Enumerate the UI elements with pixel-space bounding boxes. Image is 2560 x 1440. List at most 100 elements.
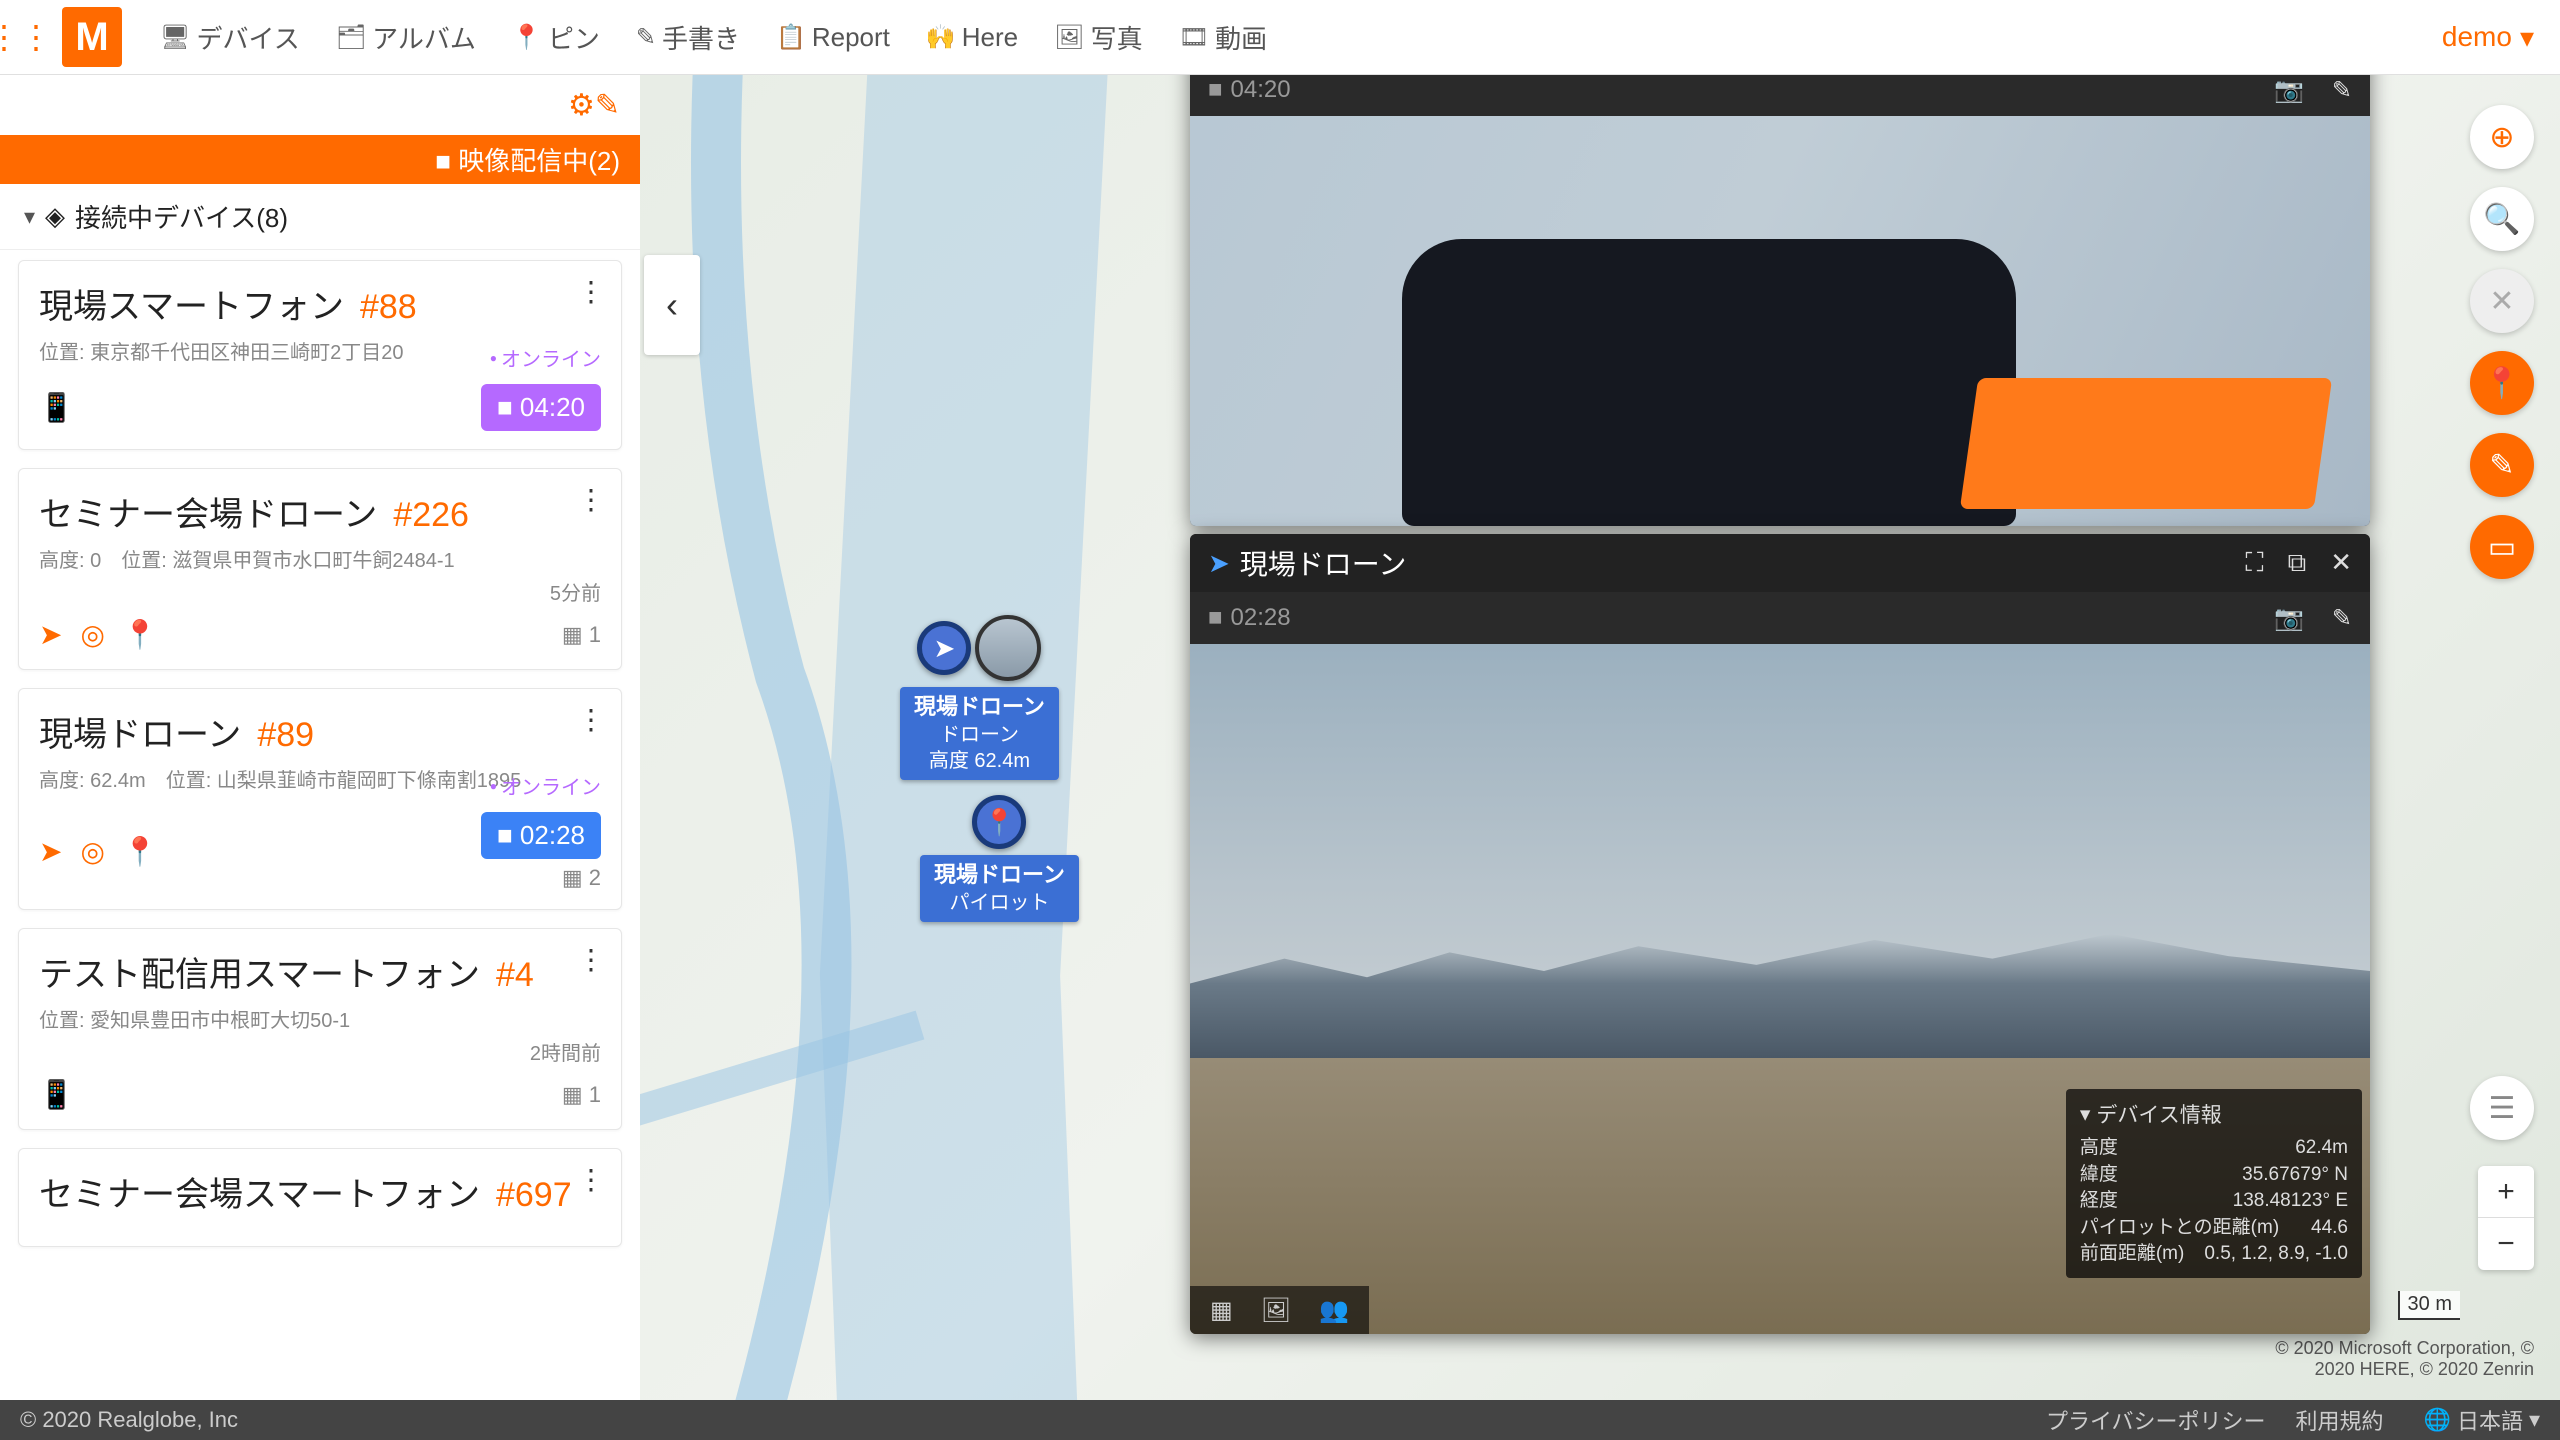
- device-hash: #4: [496, 956, 534, 995]
- layers-button[interactable]: ☰: [2470, 1076, 2534, 1140]
- nav-pin[interactable]: 📍ピン: [494, 19, 618, 56]
- video-icon: 🎞: [1179, 23, 1209, 52]
- device-hash: #697: [496, 1176, 572, 1215]
- location-icon: 📍: [123, 618, 158, 651]
- top-navbar: ⋮⋮⋮ M 🖥デバイス 🗂アルバム 📍ピン ✎手書き 📋Report 🙌Here…: [0, 0, 2560, 75]
- video2-bottom-bar: ▦ 🖼 👥: [1190, 1286, 1369, 1334]
- gear-icon[interactable]: ⚙✎: [568, 88, 620, 123]
- map-marker-drone[interactable]: ➤ 現場ドローン ドローン 高度 62.4m: [900, 615, 1059, 780]
- close-tool-button[interactable]: ✕: [2470, 269, 2534, 333]
- item-count: ▦ 1: [562, 1082, 601, 1108]
- device-type-icon: 📱: [39, 391, 74, 424]
- grid-view-icon[interactable]: ▦: [1210, 1296, 1233, 1325]
- edit-icon[interactable]: ✎: [2332, 76, 2352, 105]
- sidebar-tools: ⚙✎: [0, 75, 640, 135]
- app-logo[interactable]: M: [62, 7, 122, 67]
- time-ago: 5分前: [39, 577, 601, 606]
- chevron-down-icon[interactable]: ▾: [2080, 1102, 2091, 1127]
- share-icon[interactable]: 👥: [1319, 1296, 1349, 1325]
- recording-badge[interactable]: ■ 04:20: [481, 384, 601, 431]
- locate-button[interactable]: ⊕: [2470, 105, 2534, 169]
- map-attribution: © 2020 Microsoft Corporation, © 2020 HER…: [2254, 1338, 2534, 1380]
- report-icon: 📋: [776, 23, 806, 52]
- device-name: テスト配信用スマートフォン: [39, 947, 480, 996]
- language-selector[interactable]: 🌐日本語 ▾: [2424, 1404, 2540, 1436]
- edit-icon[interactable]: ✎: [2332, 604, 2352, 633]
- marker-thumb: [975, 615, 1041, 681]
- device-card[interactable]: セミナー会場ドローン #226⋮高度: 0 位置: 滋賀県甲賀市水口町牛飼248…: [18, 468, 622, 670]
- card-menu-icon[interactable]: ⋮: [577, 703, 605, 736]
- card-menu-icon[interactable]: ⋮: [577, 1163, 605, 1196]
- device-hash: #88: [360, 288, 417, 327]
- privacy-link[interactable]: プライバシーポリシー: [2046, 1404, 2266, 1436]
- footer: © 2020 Realglobe, Inc プライバシーポリシー 利用規約 🌐日…: [0, 1400, 2560, 1440]
- nav-device[interactable]: 🖥デバイス: [142, 19, 318, 56]
- device-card[interactable]: 現場ドローン #89⋮高度: 62.4m 位置: 山梨県韮崎市龍岡町下條南割18…: [18, 688, 622, 910]
- online-status: オンライン: [490, 771, 601, 800]
- drone-pin-icon: ➤: [917, 621, 971, 675]
- video2-body[interactable]: ▾デバイス情報 高度62.4m緯度35.67679° N経度138.48123°…: [1190, 644, 2370, 1334]
- map-marker-pilot[interactable]: 📍 現場ドローン パイロット: [920, 795, 1079, 922]
- device-type-icon: 📱: [39, 1078, 74, 1111]
- connected-devices-header[interactable]: ▾ ◈ 接続中デバイス(8): [0, 184, 640, 250]
- shape-tool-button[interactable]: ▭: [2470, 515, 2534, 579]
- pen-icon: ✎: [636, 23, 656, 52]
- card-menu-icon[interactable]: ⋮: [577, 483, 605, 516]
- fullscreen-icon[interactable]: ⛶: [2245, 547, 2263, 579]
- info-row: 高度62.4m: [2080, 1135, 2348, 1162]
- target-icon: ◎: [80, 618, 104, 651]
- video1-body[interactable]: [1190, 116, 2370, 526]
- info-row: パイロットとの距離(m)44.6: [2080, 1215, 2348, 1242]
- nav-report[interactable]: 📋Report: [758, 22, 908, 53]
- device-card[interactable]: セミナー会場スマートフォン #697⋮: [18, 1148, 622, 1247]
- device-card[interactable]: 現場スマートフォン #88⋮位置: 東京都千代田区神田三崎町2丁目20オンライン…: [18, 260, 622, 450]
- device-info-box: ▾デバイス情報 高度62.4m緯度35.67679° N経度138.48123°…: [2066, 1089, 2362, 1278]
- draw-tool-button[interactable]: ✎: [2470, 433, 2534, 497]
- target-icon: ◎: [80, 835, 104, 868]
- video2-title: 現場ドローン: [1240, 543, 2246, 583]
- map-scale: 30 m: [2398, 1291, 2460, 1320]
- device-list[interactable]: 現場スマートフォン #88⋮位置: 東京都千代田区神田三崎町2丁目20オンライン…: [0, 250, 640, 1400]
- terms-link[interactable]: 利用規約: [2296, 1404, 2384, 1436]
- video-panel-drone: ➤ 現場ドローン ⛶ ⧉ ✕ ■02:28 📷 ✎ ▾デバイス情報 高度62.4…: [1190, 534, 2370, 1334]
- card-menu-icon[interactable]: ⋮: [577, 943, 605, 976]
- image-icon[interactable]: 🖼: [1261, 1296, 1291, 1325]
- collapse-sidebar-button[interactable]: ‹: [644, 255, 700, 355]
- device-card[interactable]: テスト配信用スマートフォン #4⋮位置: 愛知県豊田市中根町大切50-12時間前…: [18, 928, 622, 1130]
- nav-handwrite[interactable]: ✎手書き: [618, 19, 758, 56]
- camera-icon[interactable]: 📷: [2274, 604, 2304, 633]
- nav-icon: ➤: [39, 835, 62, 868]
- nav-icon: ➤: [39, 618, 62, 651]
- device-icon: 🖥: [160, 23, 190, 52]
- card-menu-icon[interactable]: ⋮: [577, 275, 605, 308]
- item-count: ▦ 1: [562, 622, 601, 648]
- camera-icon[interactable]: 📷: [2274, 76, 2304, 105]
- album-icon: 🗂: [336, 23, 366, 52]
- apps-grid-icon[interactable]: ⋮⋮⋮: [16, 17, 56, 57]
- video2-time: 02:28: [1231, 604, 1291, 632]
- streaming-banner[interactable]: ■ 映像配信中(2): [0, 135, 640, 184]
- device-name: 現場スマートフォン: [39, 279, 344, 328]
- cube-icon: ◈: [45, 201, 65, 232]
- time-ago: 2時間前: [39, 1037, 601, 1066]
- map-tool-column: ⊕ 🔍 ✕ 📍 ✎ ▭: [2470, 105, 2534, 579]
- zoom-in-button[interactable]: +: [2478, 1166, 2534, 1218]
- device-name: セミナー会場ドローン: [39, 487, 377, 536]
- rec-icon: ■: [1208, 604, 1223, 632]
- nav-here[interactable]: 🙌Here: [908, 22, 1036, 53]
- pin-tool-button[interactable]: 📍: [2470, 351, 2534, 415]
- zoom-control: + −: [2478, 1166, 2534, 1270]
- recording-badge[interactable]: ■ 02:28: [481, 812, 601, 859]
- device-location: 高度: 0 位置: 滋賀県甲賀市水口町牛飼2484-1: [39, 544, 601, 573]
- nav-album[interactable]: 🗂アルバム: [318, 19, 494, 56]
- info-row: 経度138.48123° E: [2080, 1188, 2348, 1215]
- close-icon[interactable]: ✕: [2330, 547, 2352, 579]
- nav-video[interactable]: 🎞動画: [1161, 19, 1285, 56]
- rec-icon: ■: [1208, 76, 1223, 104]
- user-menu[interactable]: demo ▾: [2442, 21, 2544, 54]
- device-name: 現場ドローン: [39, 707, 241, 756]
- zoom-out-button[interactable]: −: [2478, 1218, 2534, 1270]
- nav-photo[interactable]: 🖼写真: [1036, 19, 1160, 56]
- search-button[interactable]: 🔍: [2470, 187, 2534, 251]
- popout-icon[interactable]: ⧉: [2288, 547, 2307, 579]
